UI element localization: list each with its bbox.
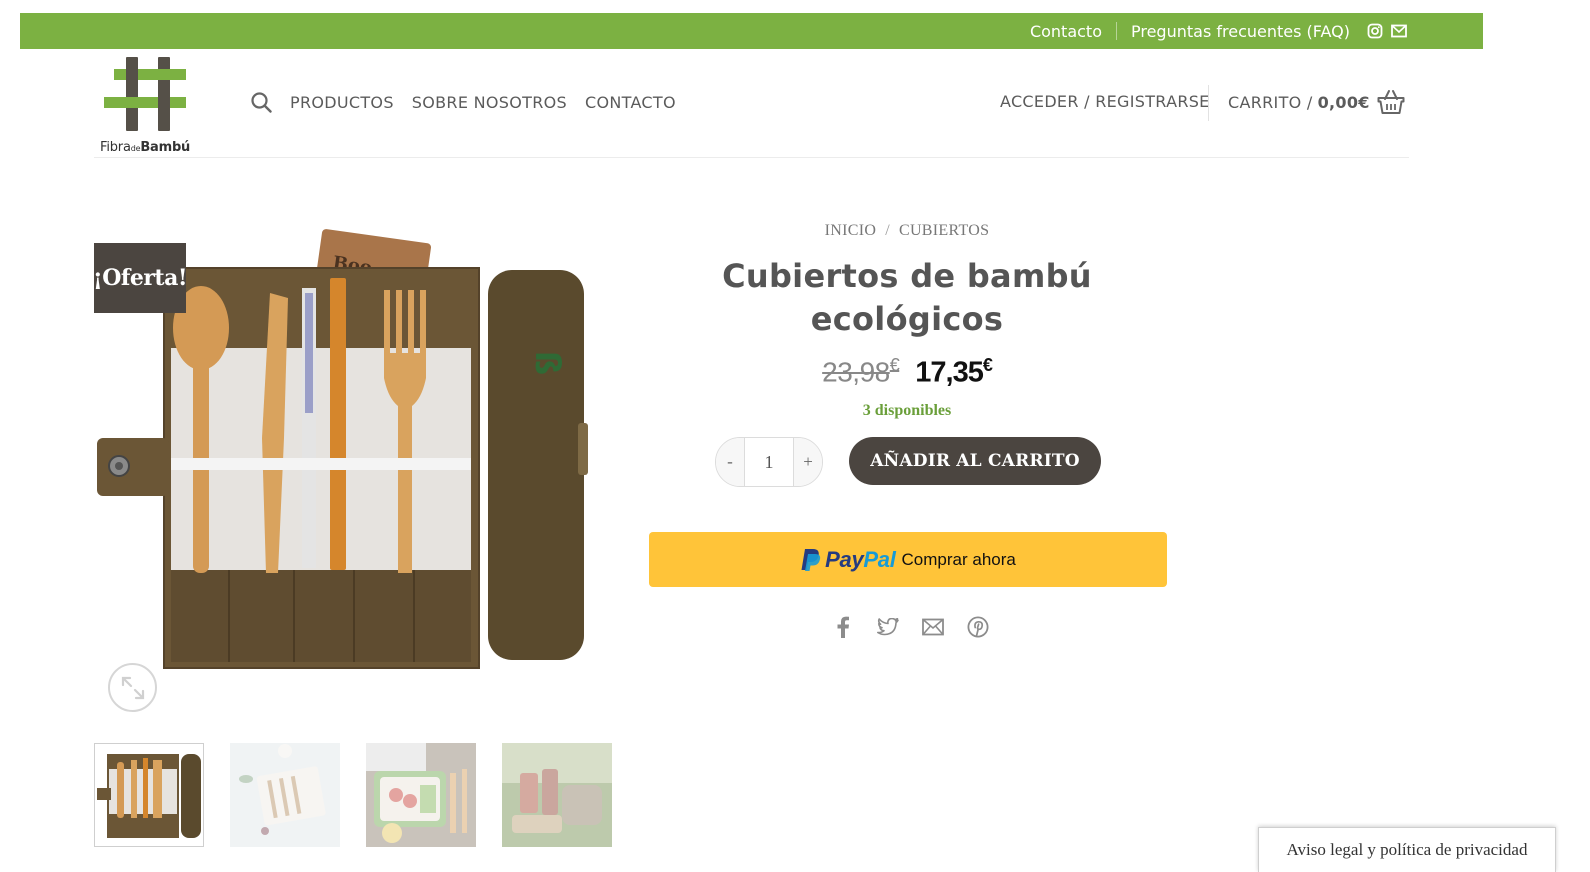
breadcrumb-cubiertos[interactable]: CUBIERTOS [899,222,989,239]
stock-status: 3 disponibles [862,402,952,419]
share-icons [829,613,1009,641]
top-bar: Contacto Preguntas frecuentes (FAQ) [20,13,1483,49]
breadcrumb-separator: / [885,222,890,239]
facebook-icon[interactable] [829,613,857,641]
thumbnail-3[interactable] [366,743,476,847]
sale-badge: ¡Oferta! [93,243,187,313]
logo-wordmark: FibradeBambú [100,140,191,155]
thumbnail-2[interactable] [230,743,340,847]
search-icon[interactable] [251,91,272,113]
top-bar-nav: Contacto Preguntas frecuentes (FAQ) [1030,13,1407,49]
cart-link[interactable]: CARRITO / 0,00€ [1228,89,1405,115]
product-title: Cubiertos de bambú ecológicos [722,257,1092,338]
zoom-button[interactable] [108,663,157,712]
price-new: 17,35€ [915,355,993,389]
main-nav: PRODUCTOS SOBRE NOSOTROS CONTACTO [251,89,694,115]
breadcrumb-inicio[interactable]: INICIO [825,222,877,239]
site-header: FibradeBambú PRODUCTOS SOBRE NOSOTROS CO… [94,49,1409,158]
cart-label: CARRITO / [1228,92,1313,112]
nav-sobre-nosotros[interactable]: SOBRE NOSOTROS [412,93,567,112]
top-link-faq[interactable]: Preguntas frecuentes (FAQ) [1131,22,1350,41]
quantity-stepper: - + [715,437,823,487]
legal-notice-tab[interactable]: Aviso legal y política de privacidad [1258,827,1556,872]
basket-icon [1377,89,1405,115]
nav-productos[interactable]: PRODUCTOS [290,93,394,112]
top-link-contacto[interactable]: Contacto [1030,22,1102,41]
paypal-buy-now-button[interactable]: PayPal Comprar ahora [649,532,1167,587]
quantity-input[interactable] [744,438,794,486]
price-row: 23,98€ 17,35€ [680,355,1134,390]
paypal-icon [801,548,821,571]
paypal-cta-label: Comprar ahora [901,549,1016,569]
nav-contacto[interactable]: CONTACTO [585,93,676,112]
quantity-increase-button[interactable]: + [794,438,822,486]
breadcrumb: INICIO / CUBIERTOS [680,222,1134,240]
price-old: 23,98€ [822,355,900,388]
svg-text:ß: ß [527,351,567,375]
header-divider [1208,85,1209,121]
envelope-icon[interactable] [1391,24,1407,38]
account-link[interactable]: ACCEDER / REGISTRARSE [1000,92,1210,111]
instagram-icon[interactable] [1367,23,1383,39]
twitter-icon[interactable] [874,613,902,641]
thumbnail-4[interactable] [502,743,612,847]
email-icon[interactable] [919,613,947,641]
thumbnail-1[interactable] [94,743,204,847]
cart-total: 0,00€ [1317,92,1370,112]
paypal-wordmark: PayPal [825,546,896,572]
expand-icon [121,676,144,699]
top-bar-divider [1115,22,1117,40]
site-logo[interactable]: FibradeBambú [94,55,204,155]
quantity-decrease-button[interactable]: - [716,438,744,486]
add-to-cart-button[interactable]: AÑADIR AL CARRITO [849,437,1101,485]
pinterest-icon[interactable] [964,613,992,641]
